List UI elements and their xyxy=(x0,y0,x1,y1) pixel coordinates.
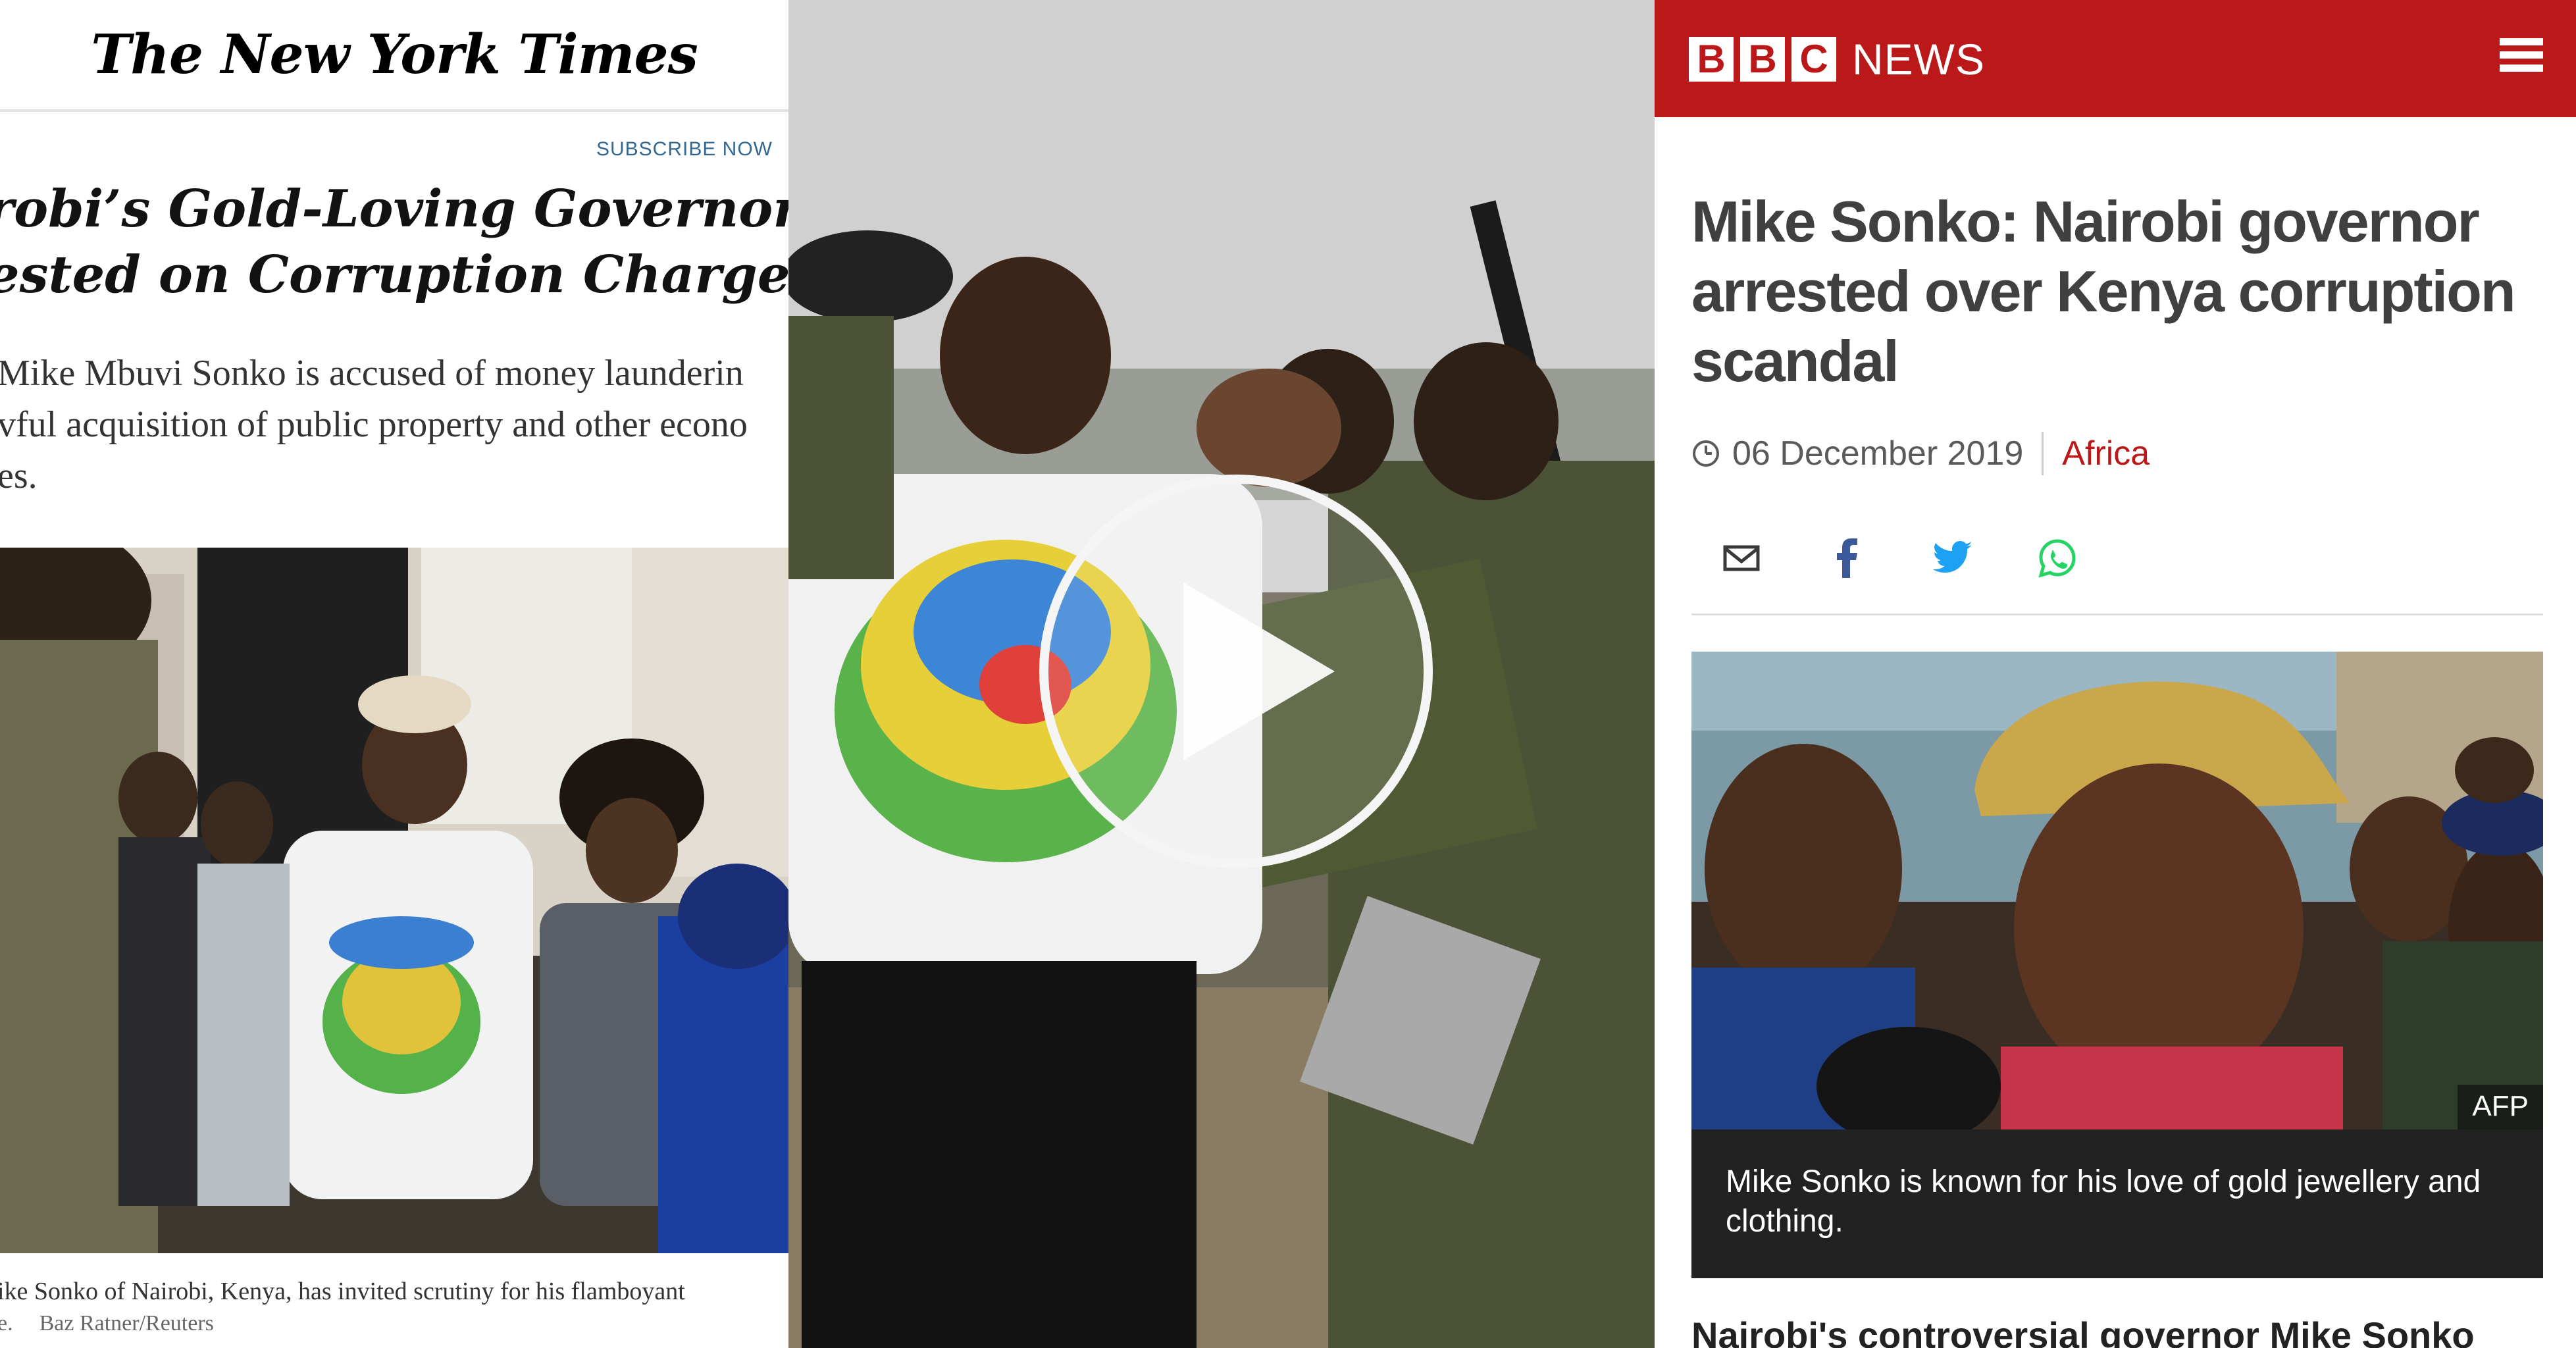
nyt-photo-illustration xyxy=(0,548,788,1253)
bbc-article-intro: Nairobi's controversial governor Mike So… xyxy=(1691,1314,2475,1348)
nyt-photo-credit: e. Baz Ratner/Reuters xyxy=(0,1311,214,1336)
meta-divider xyxy=(2042,432,2044,475)
bbc-publish-date: 06 December 2019 xyxy=(1732,434,2024,473)
bbc-headline-line: scandal xyxy=(1691,328,1899,394)
bbc-headline-line: Mike Sonko: Nairobi governor xyxy=(1691,189,2480,254)
bbc-topbar: B B C NEWS xyxy=(1655,0,2576,117)
facebook-icon[interactable] xyxy=(1826,537,1868,579)
bbc-caption-text: Mike Sonko is known for his love of gold… xyxy=(1726,1162,2515,1241)
image-credit-badge: AFP xyxy=(2458,1085,2543,1129)
nyt-credit-name: Baz Ratner/Reuters xyxy=(39,1311,214,1335)
bbc-logo-word: NEWS xyxy=(1852,35,1985,84)
bbc-article-meta: 06 December 2019 Africa xyxy=(1691,429,2150,478)
video-player-panel[interactable] xyxy=(788,0,1655,1348)
nyt-article-panel: The New York Times SUBSCRIBE NOW robi’s … xyxy=(0,0,788,1348)
nyt-headline-line: ested on Corruption Charges xyxy=(0,245,788,305)
bbc-photo-illustration xyxy=(1691,652,2543,1129)
subscribe-link[interactable]: SUBSCRIBE NOW xyxy=(596,138,773,161)
nyt-headline-line: robi’s Gold-Loving Governor Is xyxy=(0,179,788,239)
bbc-share-tools xyxy=(1720,537,2142,579)
bbc-article-panel: B B C NEWS Mike Sonko: Nairobi governor … xyxy=(1655,0,2576,1348)
bbc-news-logo[interactable]: B B C NEWS xyxy=(1689,34,1985,84)
nyt-masthead: The New York Times xyxy=(0,0,788,112)
bbc-logo-block: C xyxy=(1791,37,1836,82)
bbc-lead-figure: AFP Mike Sonko is known for his love of … xyxy=(1691,652,2543,1278)
nyt-summary-line: vful acquisition of public property and … xyxy=(0,404,748,445)
video-play-button[interactable] xyxy=(1039,474,1433,869)
nyt-photo-caption: ike Sonko of Nairobi, Kenya, has invited… xyxy=(0,1278,685,1305)
nyt-summary-line: Mike Mbuvi Sonko is accused of money lau… xyxy=(0,353,744,394)
nyt-lead-photo xyxy=(0,548,788,1253)
nyt-summary-line: es. xyxy=(0,455,38,496)
bbc-headline-line: arrested over Kenya corruption xyxy=(1691,259,2516,324)
hamburger-menu-icon[interactable] xyxy=(2500,38,2543,76)
clock-icon xyxy=(1693,440,1719,467)
play-icon xyxy=(1039,475,1433,868)
nyt-headline: robi’s Gold-Loving Governor Is ested on … xyxy=(0,176,788,308)
nyt-logo[interactable]: The New York Times xyxy=(91,23,698,86)
composite-screenshot: The New York Times SUBSCRIBE NOW robi’s … xyxy=(0,0,2576,1348)
email-icon[interactable] xyxy=(1720,537,1763,579)
nyt-credit-prefix: e. xyxy=(0,1311,13,1335)
bbc-divider-line xyxy=(1691,613,2543,615)
bbc-lead-photo: AFP xyxy=(1691,652,2543,1129)
bbc-logo-block: B xyxy=(1689,37,1734,82)
bbc-caption-line: Mike Sonko is known for his love of gold… xyxy=(1726,1164,2481,1199)
bbc-logo-block: B xyxy=(1740,37,1785,82)
bbc-headline: Mike Sonko: Nairobi governor arrested ov… xyxy=(1691,187,2547,396)
nyt-summary: Mike Mbuvi Sonko is accused of money lau… xyxy=(0,348,788,502)
bbc-section-link[interactable]: Africa xyxy=(2062,434,2150,473)
bbc-caption-line: clothing. xyxy=(1726,1204,1843,1239)
whatsapp-icon[interactable] xyxy=(2036,537,2078,579)
twitter-icon[interactable] xyxy=(1931,537,1973,579)
bbc-photo-caption: Mike Sonko is known for his love of gold… xyxy=(1691,1129,2543,1278)
